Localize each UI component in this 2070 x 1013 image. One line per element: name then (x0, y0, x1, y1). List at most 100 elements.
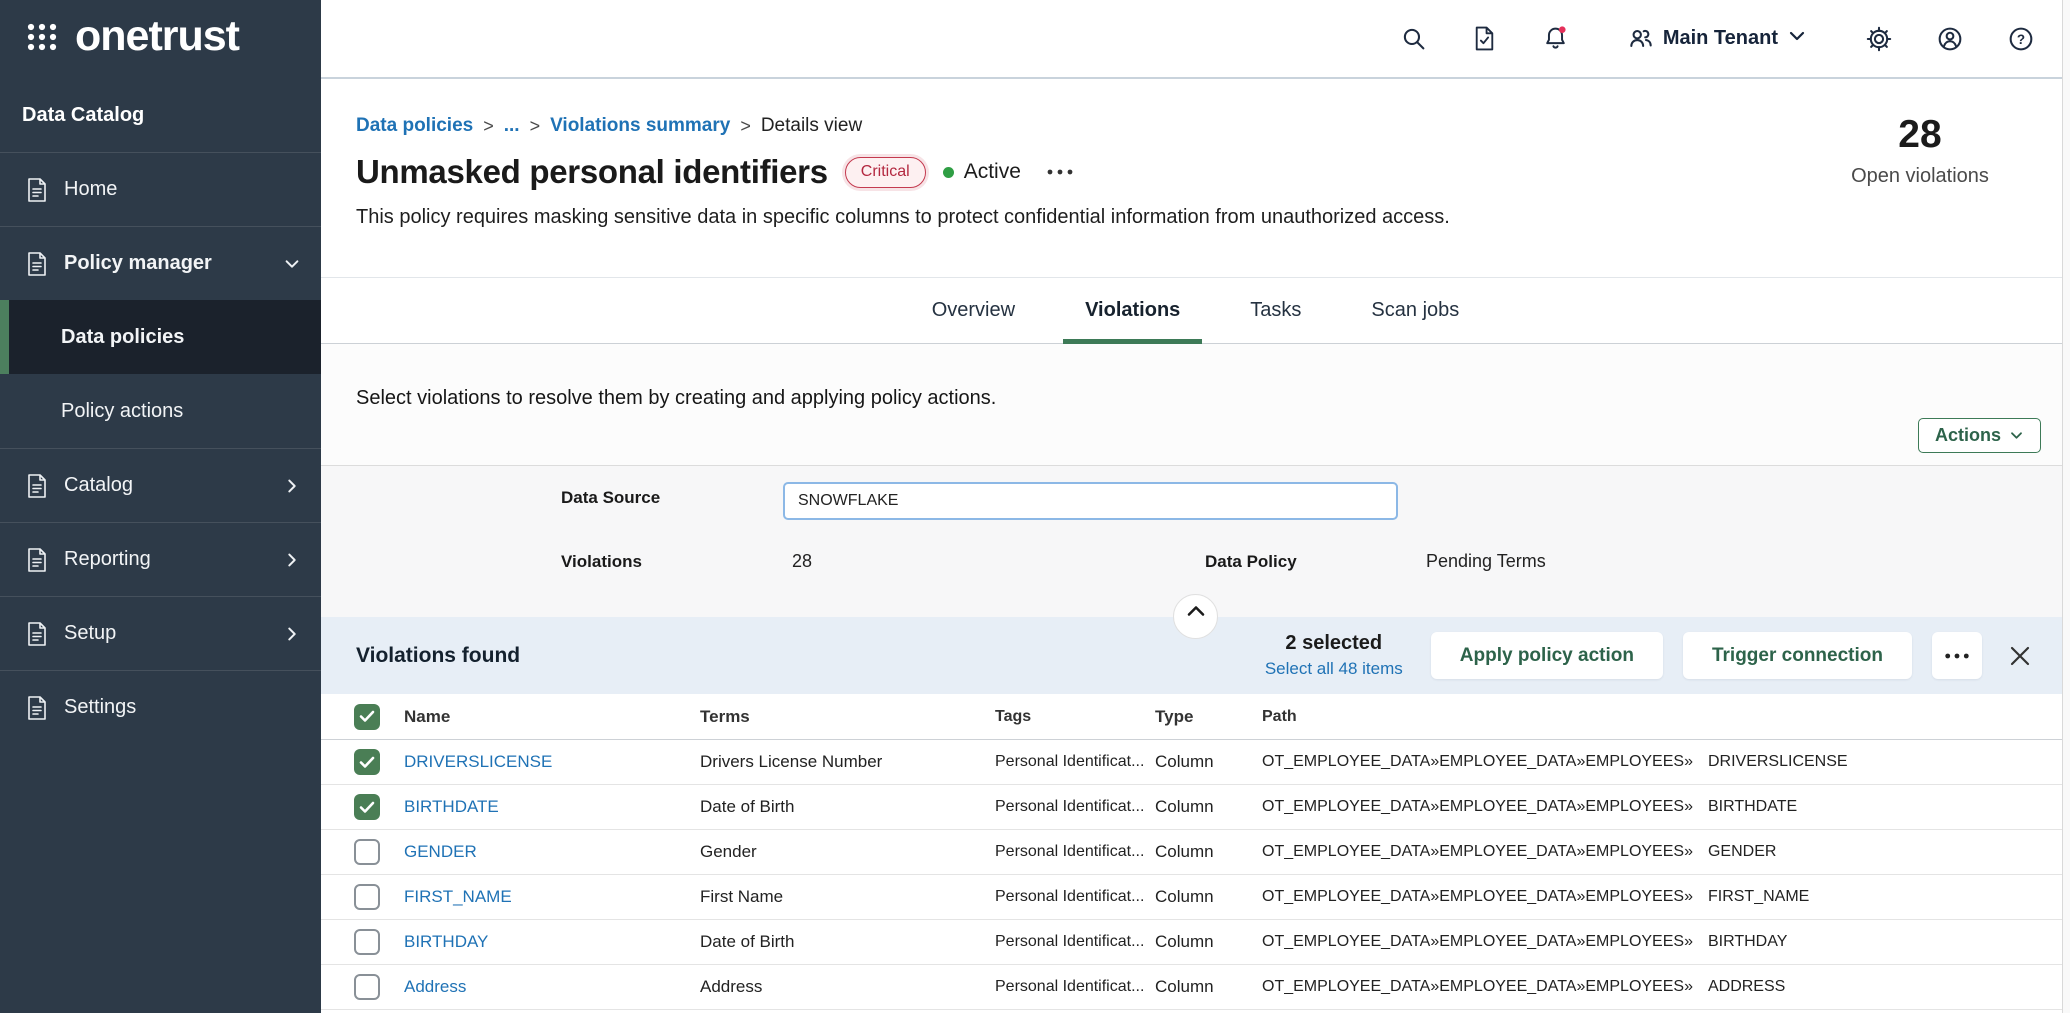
help-icon[interactable]: ? (2007, 25, 2034, 52)
row-checkbox[interactable] (354, 794, 380, 820)
status-text: Active (964, 160, 1021, 184)
table-row: BIRTHDAYDate of BirthPersonal Identifica… (321, 920, 2070, 965)
violations-hint: Select violations to resolve them by cre… (356, 387, 996, 410)
path-prefix: OT_EMPLOYEE_DATA»EMPLOYEE_DATA»EMPLOYEES… (1262, 978, 1693, 995)
page-header: Data policies>...>Violations summary>Det… (321, 79, 2070, 277)
tenant-people-icon (1627, 25, 1654, 52)
tab-overview[interactable]: Overview (910, 278, 1037, 343)
account-icon[interactable] (1936, 25, 1963, 52)
row-checkbox[interactable] (354, 749, 380, 775)
chevron-right-icon (283, 477, 301, 495)
apply-policy-action-button[interactable]: Apply policy action (1431, 632, 1663, 679)
violations-found-bar: Violations found 2 selected Select all 4… (321, 617, 2070, 694)
page-title: Unmasked personal identifiers (356, 153, 828, 191)
close-selection-icon[interactable] (2008, 644, 2032, 668)
search-icon[interactable] (1400, 25, 1427, 52)
title-more-menu-icon[interactable] (1046, 168, 1074, 176)
table-header-row: Name Terms Tags Type Path (321, 694, 2070, 740)
tenant-switcher[interactable]: Main Tenant (1627, 25, 1807, 52)
cell-tags: Personal Identificat... (995, 933, 1144, 951)
breadcrumb-item[interactable]: ... (504, 115, 520, 137)
cell-name-link[interactable]: GENDER (404, 842, 477, 862)
path-leaf: ADDRESS (1708, 978, 1785, 995)
vertical-scrollbar[interactable] (2062, 0, 2070, 1013)
collapse-panel-button[interactable] (1173, 594, 1218, 639)
settings-gear-icon[interactable] (1865, 25, 1892, 52)
tab-tasks[interactable]: Tasks (1228, 278, 1323, 343)
cell-terms: Drivers License Number (700, 752, 882, 772)
tab-violations[interactable]: Violations (1063, 278, 1202, 343)
violations-count-value: 28 (792, 551, 812, 572)
breadcrumb-item: Details view (761, 115, 862, 137)
notifications-bell-icon[interactable] (1542, 25, 1569, 52)
chevron-right-icon (283, 625, 301, 643)
more-actions-button[interactable] (1932, 632, 1982, 679)
column-header-path: Path (1262, 708, 1297, 726)
select-all-checkbox[interactable] (354, 704, 380, 730)
breadcrumb: Data policies>...>Violations summary>Det… (356, 115, 2070, 137)
brand-logo[interactable]: onetrust (0, 0, 321, 79)
tab-scan-jobs[interactable]: Scan jobs (1349, 278, 1481, 343)
breadcrumb-separator: > (740, 116, 751, 137)
cell-path: OT_EMPLOYEE_DATA»EMPLOYEE_DATA»EMPLOYEES… (1262, 843, 1776, 861)
selected-count: 2 selected (1285, 632, 1382, 654)
trigger-connection-button[interactable]: Trigger connection (1683, 632, 1912, 679)
table-row: AddressAddressPersonal Identificat...Col… (321, 965, 2070, 1010)
document-icon (25, 473, 49, 499)
cell-type: Column (1155, 842, 1214, 862)
data-policy-value: Pending Terms (1426, 551, 1546, 572)
sidebar-item-label: Reporting (64, 548, 268, 571)
cell-name-link[interactable]: BIRTHDATE (404, 797, 499, 817)
sidebar-item-data-policies[interactable]: Data policies (0, 300, 321, 374)
cell-name-link[interactable]: BIRTHDAY (404, 932, 488, 952)
path-leaf: FIRST_NAME (1708, 888, 1809, 905)
cell-name-link[interactable]: DRIVERSLICENSE (404, 752, 552, 772)
data-source-input[interactable] (783, 482, 1398, 520)
column-header-tags: Tags (995, 708, 1031, 726)
cell-type: Column (1155, 752, 1214, 772)
sidebar-item-home[interactable]: Home (0, 152, 321, 226)
row-checkbox[interactable] (354, 929, 380, 955)
main-content: Main Tenant ? (321, 0, 2070, 1013)
app-switcher-dots-icon[interactable] (25, 20, 59, 59)
column-header-type: Type (1155, 707, 1193, 727)
cell-tags: Personal Identificat... (995, 753, 1144, 771)
cell-path: OT_EMPLOYEE_DATA»EMPLOYEE_DATA»EMPLOYEES… (1262, 978, 1785, 996)
select-all-link[interactable]: Select all 48 items (1265, 659, 1403, 679)
table-row: BIRTHDATEDate of BirthPersonal Identific… (321, 785, 2070, 830)
sidebar-item-settings[interactable]: Settings (0, 670, 321, 744)
path-prefix: OT_EMPLOYEE_DATA»EMPLOYEE_DATA»EMPLOYEES… (1262, 933, 1693, 950)
breadcrumb-item[interactable]: Data policies (356, 115, 473, 137)
cell-tags: Personal Identificat... (995, 978, 1144, 996)
actions-button[interactable]: Actions (1918, 418, 2041, 453)
chevron-down-icon (2009, 428, 2024, 443)
cell-type: Column (1155, 977, 1214, 997)
cell-name-link[interactable]: FIRST_NAME (404, 887, 512, 907)
row-checkbox[interactable] (354, 974, 380, 1000)
path-prefix: OT_EMPLOYEE_DATA»EMPLOYEE_DATA»EMPLOYEES… (1262, 843, 1693, 860)
chevron-down-icon (283, 255, 301, 273)
sidebar-item-setup[interactable]: Setup (0, 596, 321, 670)
cell-path: OT_EMPLOYEE_DATA»EMPLOYEE_DATA»EMPLOYEES… (1262, 888, 1809, 906)
sidebar-item-reporting[interactable]: Reporting (0, 522, 321, 596)
data-policy-label: Data Policy (1205, 552, 1297, 572)
cell-name-link[interactable]: Address (404, 977, 466, 997)
sidebar-item-label: Policy manager (64, 252, 268, 275)
sidebar-item-catalog[interactable]: Catalog (0, 448, 321, 522)
tab-bar: Overview Violations Tasks Scan jobs (321, 277, 2070, 344)
cell-path: OT_EMPLOYEE_DATA»EMPLOYEE_DATA»EMPLOYEES… (1262, 753, 1848, 771)
sidebar: onetrust Data Catalog HomePolicy manager… (0, 0, 321, 1013)
sidebar-item-policy-actions[interactable]: Policy actions (0, 374, 321, 448)
document-icon (25, 251, 49, 277)
sidebar-item-policy-manager[interactable]: Policy manager (0, 226, 321, 300)
cell-path: OT_EMPLOYEE_DATA»EMPLOYEE_DATA»EMPLOYEES… (1262, 933, 1787, 951)
data-source-label: Data Source (561, 488, 660, 508)
check-icon (359, 756, 375, 769)
row-checkbox[interactable] (354, 839, 380, 865)
column-header-name: Name (404, 707, 450, 727)
document-check-icon[interactable] (1471, 25, 1498, 52)
brand-wordmark: onetrust (75, 15, 239, 64)
row-checkbox[interactable] (354, 884, 380, 910)
breadcrumb-item[interactable]: Violations summary (550, 115, 730, 137)
severity-badge: Critical (845, 157, 926, 188)
